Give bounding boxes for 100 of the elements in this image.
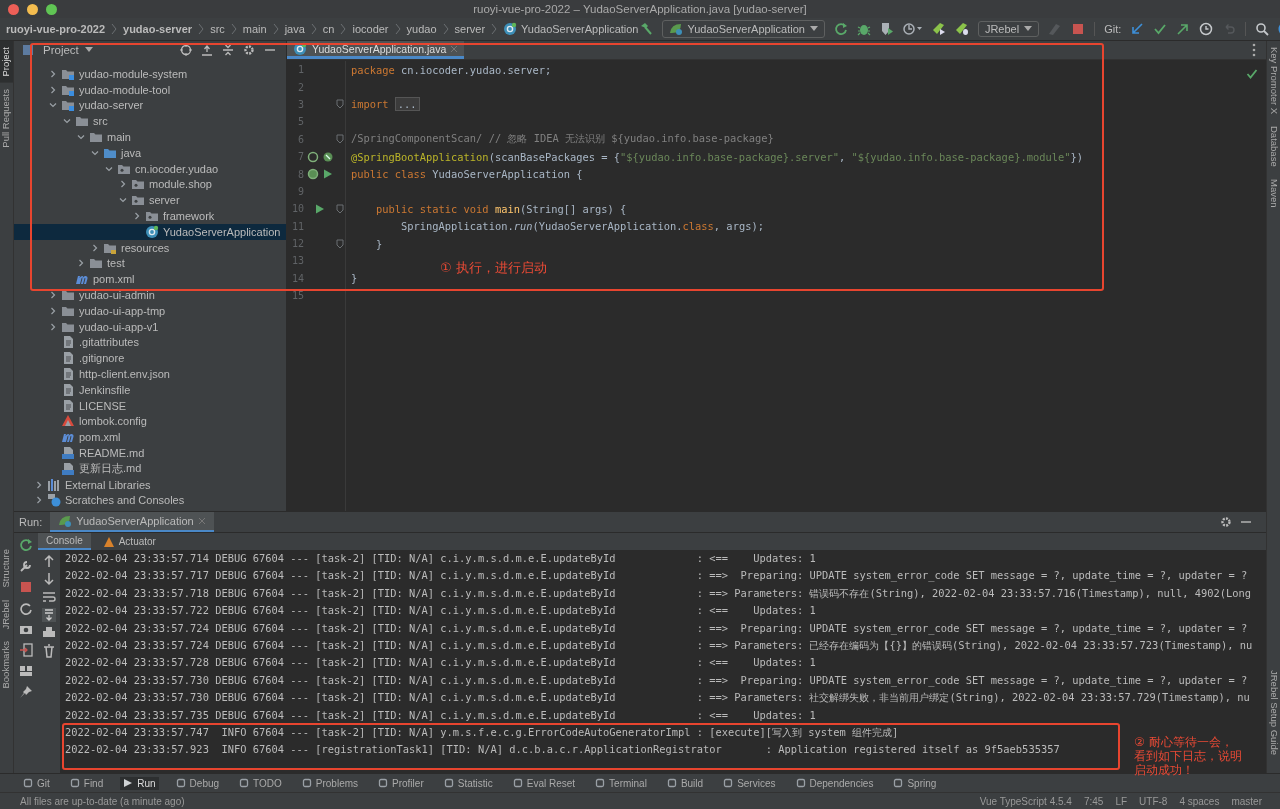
tree-item[interactable]: java bbox=[14, 145, 286, 161]
expand-all-icon[interactable] bbox=[201, 43, 213, 56]
collapse-all-icon[interactable] bbox=[222, 43, 234, 56]
locate-icon[interactable] bbox=[180, 43, 192, 56]
close-icon[interactable] bbox=[450, 44, 459, 53]
tree-item[interactable]: 更新日志.md bbox=[14, 460, 286, 477]
up-arrow-icon[interactable] bbox=[42, 554, 56, 568]
console-tab[interactable]: Console bbox=[38, 533, 91, 550]
tool-window-tab[interactable]: JRebel Setup Guide bbox=[1267, 663, 1280, 761]
layout-icon[interactable] bbox=[19, 664, 33, 678]
update-arrow-icon[interactable] bbox=[1130, 22, 1145, 36]
tool-window-button[interactable]: Problems bbox=[298, 776, 362, 790]
tool-window-button[interactable]: Find bbox=[66, 776, 107, 790]
soft-wrap-icon[interactable] bbox=[42, 590, 56, 604]
more-icon[interactable] bbox=[1252, 43, 1256, 57]
spring-bean-icon[interactable] bbox=[306, 168, 319, 181]
run-configuration-dropdown[interactable]: YudaoServerApplication bbox=[661, 20, 825, 38]
breadcrumb[interactable]: YudaoServerApplication bbox=[503, 22, 639, 36]
stop-icon[interactable] bbox=[19, 580, 33, 594]
tree-item[interactable]: Jenkinsfile bbox=[14, 381, 286, 398]
tree-item[interactable]: test bbox=[14, 255, 286, 272]
chevron-right-icon[interactable] bbox=[34, 495, 44, 506]
tree-item[interactable]: External Libraries bbox=[14, 476, 286, 493]
status-item[interactable]: LF bbox=[1115, 795, 1128, 807]
restart-icon[interactable] bbox=[19, 601, 33, 615]
tool-window-button[interactable]: Eval Reset bbox=[509, 776, 579, 790]
breadcrumb[interactable]: src bbox=[210, 23, 225, 35]
down-arrow-icon[interactable] bbox=[42, 572, 56, 586]
run-icon[interactable] bbox=[321, 168, 334, 181]
tree-item[interactable]: module.shop bbox=[14, 176, 286, 193]
tool-window-tab[interactable]: Maven bbox=[1267, 172, 1280, 214]
exit-icon[interactable] bbox=[19, 643, 33, 657]
breadcrumb[interactable]: java bbox=[284, 23, 305, 35]
tree-item[interactable]: src bbox=[14, 113, 286, 130]
status-item[interactable]: Vue TypeScript 4.5.4 bbox=[979, 795, 1072, 807]
chevron-right-icon[interactable] bbox=[76, 258, 86, 269]
status-item[interactable]: UTF-8 bbox=[1139, 795, 1168, 807]
tree-item[interactable]: yudao-ui-app-v1 bbox=[14, 318, 286, 335]
run-tab[interactable]: YudaoServerApplication bbox=[50, 512, 214, 532]
tool-window-tab[interactable]: Key Promoter X bbox=[1267, 41, 1280, 121]
jrebel-run-icon[interactable] bbox=[931, 22, 946, 36]
rerun-icon[interactable] bbox=[833, 22, 848, 36]
fold-marker-icon[interactable] bbox=[336, 203, 344, 214]
tree-item[interactable]: framework bbox=[14, 208, 286, 224]
tree-item[interactable]: server bbox=[14, 192, 286, 209]
chevron-right-icon[interactable] bbox=[48, 290, 58, 301]
tool-window-tab[interactable]: Pull Requests bbox=[0, 82, 13, 154]
breadcrumb[interactable]: iocoder bbox=[352, 23, 389, 35]
spring-bean-icon[interactable] bbox=[306, 150, 319, 163]
tool-window-button[interactable]: Spring bbox=[890, 776, 940, 790]
breadcrumb[interactable]: cn bbox=[322, 23, 335, 35]
tool-window-button[interactable]: Services bbox=[720, 776, 779, 790]
chevron-right-icon[interactable] bbox=[90, 242, 100, 253]
tree-item[interactable]: Scratches and Consoles bbox=[14, 492, 286, 509]
tool-window-tab[interactable]: Structure bbox=[0, 543, 13, 594]
chevron-right-icon[interactable] bbox=[48, 305, 58, 316]
tool-window-tab[interactable]: JRebel bbox=[0, 593, 13, 636]
tree-item[interactable]: yudao-module-tool bbox=[14, 81, 286, 98]
tool-window-button[interactable]: Git bbox=[20, 776, 53, 790]
tool-window-button[interactable]: TODO bbox=[236, 776, 285, 790]
tool-window-button[interactable]: Dependencies bbox=[792, 776, 877, 790]
chevron-right-icon[interactable] bbox=[48, 84, 58, 95]
tree-item[interactable]: http-client.env.json bbox=[14, 366, 286, 382]
status-item[interactable]: 4 spaces bbox=[1179, 795, 1220, 807]
status-item[interactable]: master bbox=[1231, 795, 1262, 807]
tree-item[interactable]: .gitignore bbox=[14, 350, 286, 367]
chevron-right-icon[interactable] bbox=[48, 68, 58, 79]
tree-item[interactable]: .gitattributes bbox=[14, 334, 286, 351]
fold-marker-icon[interactable] bbox=[336, 238, 344, 249]
tool-window-button[interactable]: Statistic bbox=[440, 776, 496, 790]
wrench-icon[interactable] bbox=[19, 559, 33, 573]
tool-window-button[interactable]: Profiler bbox=[375, 776, 427, 790]
fold-marker-icon[interactable] bbox=[336, 99, 344, 110]
zoom-window-button[interactable] bbox=[46, 3, 57, 15]
tree-item[interactable]: YudaoServerApplication bbox=[14, 223, 286, 240]
pin-icon[interactable] bbox=[19, 685, 33, 699]
tool-window-button[interactable]: Terminal bbox=[592, 776, 650, 790]
breadcrumb[interactable]: yudao bbox=[406, 23, 437, 35]
chevron-right-icon[interactable] bbox=[48, 321, 58, 332]
console-tab[interactable]: Actuator bbox=[94, 533, 164, 550]
debug-bug-icon[interactable] bbox=[856, 22, 871, 36]
print-icon[interactable] bbox=[42, 626, 56, 640]
tree-item[interactable]: yudao-ui-admin bbox=[14, 287, 286, 303]
tool-window-button[interactable]: Debug bbox=[172, 776, 223, 790]
tool-window-tab[interactable]: Database bbox=[1267, 120, 1280, 173]
tree-item[interactable]: pom.xml bbox=[14, 429, 286, 446]
tree-item[interactable]: cn.iocoder.yudao bbox=[14, 160, 286, 177]
autowired-icon[interactable] bbox=[321, 150, 334, 163]
coverage-icon[interactable] bbox=[879, 22, 894, 36]
tool-window-button[interactable]: Build bbox=[663, 776, 707, 790]
breadcrumb[interactable]: server bbox=[454, 23, 486, 35]
jrebel-dropdown[interactable]: JRebel bbox=[977, 21, 1040, 37]
close-window-button[interactable] bbox=[8, 3, 19, 15]
run-icon[interactable] bbox=[314, 202, 326, 215]
tool-window-button[interactable]: Run bbox=[120, 776, 159, 790]
commit-check-icon[interactable] bbox=[1153, 22, 1168, 36]
tool-window-tab[interactable]: Project bbox=[0, 41, 13, 83]
rerun-icon[interactable] bbox=[19, 538, 33, 552]
minimize-window-button[interactable] bbox=[27, 3, 38, 15]
status-item[interactable]: 7:45 bbox=[1083, 795, 1104, 807]
